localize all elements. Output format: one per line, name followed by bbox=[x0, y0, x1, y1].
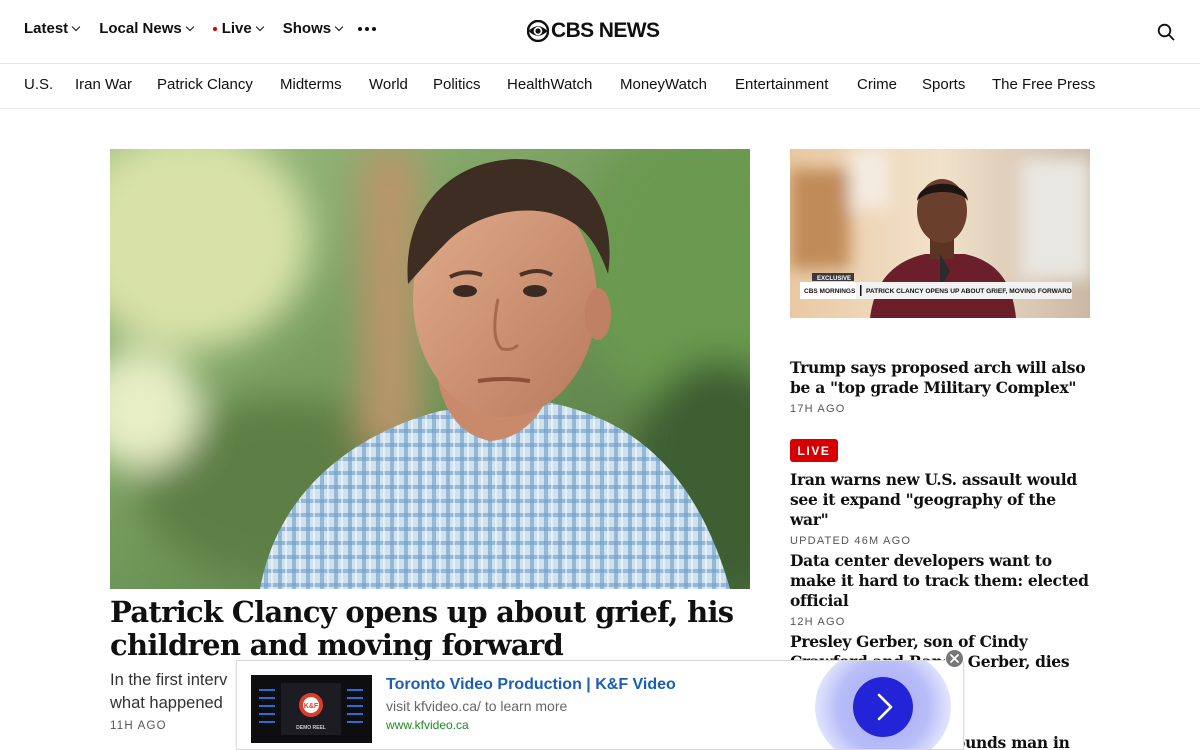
chevron-down-icon bbox=[71, 22, 81, 31]
chyron-brand: CBS MORNINGS bbox=[804, 288, 856, 295]
chevron-right-icon bbox=[877, 693, 893, 721]
section-entertainment[interactable]: Entertainment bbox=[735, 76, 828, 93]
ad-thumbnail-image: K&F DEMO REEL bbox=[251, 675, 372, 743]
story-timestamp: 12H AGO bbox=[790, 616, 846, 628]
story-timestamp: UPDATED 46M AGO bbox=[790, 535, 912, 547]
nav-shows[interactable]: Shows bbox=[282, 20, 344, 37]
ad-thumb-logo: K&F bbox=[304, 703, 319, 710]
hero-timestamp: 11H AGO bbox=[110, 720, 167, 732]
section-midterms[interactable]: Midterms bbox=[280, 76, 342, 93]
section-politics[interactable]: Politics bbox=[433, 76, 481, 93]
ad-url[interactable]: www.kfvideo.ca bbox=[386, 718, 469, 732]
nav-local-news-label: Local News bbox=[99, 20, 182, 37]
chevron-down-icon bbox=[334, 22, 344, 31]
live-dot-icon bbox=[212, 26, 217, 31]
side-video-still: EXCLUSIVE CBS MORNINGS PATRICK CLANCY OP… bbox=[790, 149, 1090, 318]
story-headline[interactable]: Data center developers want to make it h… bbox=[790, 551, 1090, 611]
section-world[interactable]: World bbox=[369, 76, 408, 93]
side-story-1: Trump says proposed arch will also be a … bbox=[790, 358, 1090, 415]
cbs-news-logo[interactable]: CBS NEWS bbox=[527, 19, 660, 43]
nav-latest-label: Latest bbox=[24, 20, 69, 37]
nav-local-news[interactable]: Local News bbox=[99, 20, 194, 37]
logo-text: CBS NEWS bbox=[551, 19, 660, 42]
close-glyph bbox=[950, 654, 959, 663]
hero-dek-line2: what happened bbox=[110, 693, 223, 712]
ad-thumb-caption: DEMO REEL bbox=[296, 725, 326, 731]
top-header: Latest Local News Live Shows CBS NEWS bbox=[0, 0, 1200, 64]
cbs-eye-icon bbox=[527, 20, 549, 42]
chyron-text: PATRICK CLANCY OPENS UP ABOUT GRIEF, MOV… bbox=[866, 288, 1072, 295]
ad-banner[interactable]: K&F DEMO REEL Toronto Video Production |… bbox=[236, 660, 964, 750]
story-headline[interactable]: Iran warns new U.S. assault would see it… bbox=[790, 470, 1090, 530]
section-crime[interactable]: Crime bbox=[857, 76, 897, 93]
close-icon[interactable] bbox=[945, 649, 964, 668]
ad-title[interactable]: Toronto Video Production | K&F Video bbox=[386, 676, 676, 694]
hero-headline[interactable]: Patrick Clancy opens up about grief, his… bbox=[110, 596, 750, 662]
nav-shows-label: Shows bbox=[282, 20, 332, 37]
hero-dek-line1: In the first interv bbox=[110, 671, 228, 689]
nav-latest[interactable]: Latest bbox=[24, 20, 81, 37]
primary-nav: Latest Local News Live Shows bbox=[24, 20, 377, 37]
story-headline-line1: Presley Gerber, son of Cindy bbox=[790, 632, 1028, 651]
chevron-down-icon bbox=[255, 22, 264, 31]
section-iran-war[interactable]: Iran War bbox=[75, 76, 132, 93]
section-sports[interactable]: Sports bbox=[922, 76, 965, 93]
live-badge: LIVE bbox=[790, 439, 838, 462]
ad-thumbnail[interactable]: K&F DEMO REEL bbox=[251, 675, 372, 743]
side-story-3: Data center developers want to make it h… bbox=[790, 551, 1090, 628]
side-story-2: Iran warns new U.S. assault would see it… bbox=[790, 470, 1090, 547]
exclusive-label: EXCLUSIVE bbox=[817, 276, 851, 282]
side-video-thumbnail[interactable]: EXCLUSIVE CBS MORNINGS PATRICK CLANCY OP… bbox=[790, 149, 1090, 318]
section-healthwatch[interactable]: HealthWatch bbox=[507, 76, 592, 93]
story-timestamp: 17H AGO bbox=[790, 403, 846, 415]
story-headline[interactable]: Trump says proposed arch will also be a … bbox=[790, 358, 1090, 398]
section-us[interactable]: U.S. bbox=[24, 76, 53, 93]
section-moneywatch[interactable]: MoneyWatch bbox=[620, 76, 707, 93]
section-nav: U.S. Iran War Patrick Clancy Midterms Wo… bbox=[0, 64, 1200, 109]
ad-description: visit kfvideo.ca/ to learn more bbox=[386, 698, 568, 714]
chevron-down-icon bbox=[185, 22, 194, 31]
nav-live[interactable]: Live bbox=[212, 20, 264, 37]
section-patrick-clancy[interactable]: Patrick Clancy bbox=[157, 76, 253, 93]
hero-photo-illustration bbox=[110, 149, 750, 589]
ad-next-button[interactable] bbox=[853, 677, 913, 737]
nav-live-label: Live bbox=[221, 20, 252, 37]
search-icon[interactable] bbox=[1157, 23, 1175, 41]
hero-image[interactable] bbox=[110, 149, 750, 589]
more-dots-icon[interactable] bbox=[358, 21, 377, 37]
section-the-free-press[interactable]: The Free Press bbox=[992, 76, 1095, 93]
